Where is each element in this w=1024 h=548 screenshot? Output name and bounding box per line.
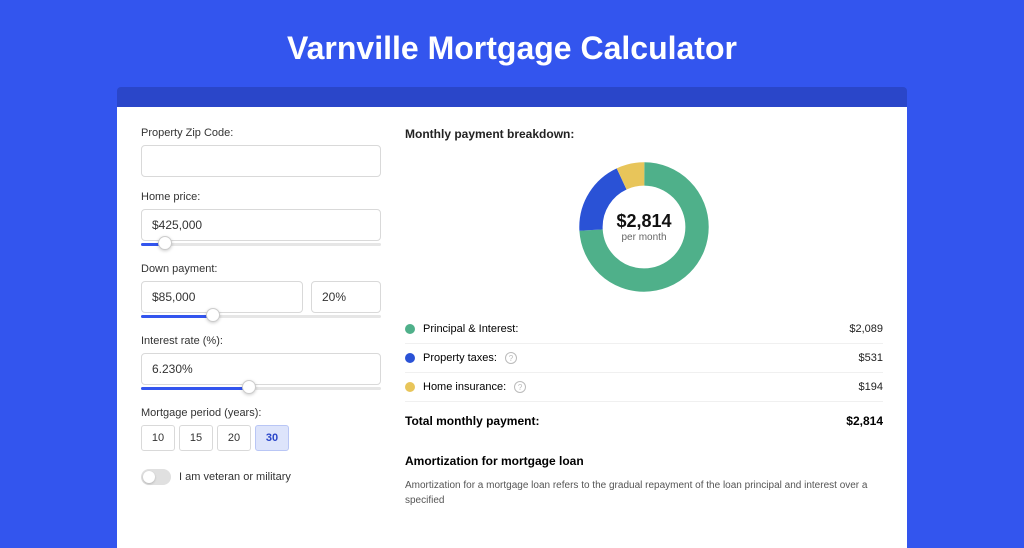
zip-label: Property Zip Code: [141,127,381,139]
info-icon[interactable]: ? [505,352,517,364]
rate-group: Interest rate (%): [141,335,381,393]
total-value: $2,814 [846,414,883,428]
period-options: 10 15 20 30 [141,425,381,451]
dot-icon [405,382,415,392]
donut-chart-area: $2,814 per month [405,157,883,297]
legend-label: Property taxes: [423,352,497,364]
amortization-title: Amortization for mortgage loan [405,454,883,468]
zip-group: Property Zip Code: [141,127,381,177]
dot-icon [405,353,415,363]
veteran-toggle[interactable] [141,469,171,485]
info-icon[interactable]: ? [514,381,526,393]
page-title: Varnville Mortgage Calculator [0,0,1024,87]
rate-slider[interactable] [141,383,381,393]
rate-slider-thumb[interactable] [242,380,256,394]
down-slider[interactable] [141,311,381,321]
legend-value: $531 [859,352,883,364]
dot-icon [405,324,415,334]
price-input[interactable] [141,209,381,241]
period-option-20[interactable]: 20 [217,425,251,451]
price-slider[interactable] [141,239,381,249]
legend-value: $2,089 [849,323,883,335]
down-label: Down payment: [141,263,381,275]
zip-input[interactable] [141,145,381,177]
rate-input[interactable] [141,353,381,385]
veteran-row: I am veteran or military [141,469,381,485]
price-slider-thumb[interactable] [158,236,172,250]
price-label: Home price: [141,191,381,203]
donut-amount: $2,814 [616,211,671,232]
veteran-label: I am veteran or military [179,471,291,483]
legend-label: Principal & Interest: [423,323,518,335]
rate-label: Interest rate (%): [141,335,381,347]
period-group: Mortgage period (years): 10 15 20 30 [141,407,381,451]
down-slider-thumb[interactable] [206,308,220,322]
donut-sub: per month [621,232,666,243]
calculator-card: Property Zip Code: Home price: Down paym… [117,107,907,548]
donut-center: $2,814 per month [574,157,714,297]
total-label: Total monthly payment: [405,414,539,428]
legend-value: $194 [859,381,883,393]
period-label: Mortgage period (years): [141,407,381,419]
period-option-15[interactable]: 15 [179,425,213,451]
down-pct-input[interactable] [311,281,381,313]
amortization-section: Amortization for mortgage loan Amortizat… [405,454,883,508]
down-group: Down payment: [141,263,381,321]
donut-chart: $2,814 per month [574,157,714,297]
legend-row-insurance: Home insurance: ? $194 [405,373,883,402]
period-option-30[interactable]: 30 [255,425,289,451]
total-row: Total monthly payment: $2,814 [405,404,883,428]
inputs-panel: Property Zip Code: Home price: Down paym… [141,127,381,508]
price-group: Home price: [141,191,381,249]
legend-label: Home insurance: [423,381,506,393]
legend-row-taxes: Property taxes: ? $531 [405,344,883,373]
legend-row-principal: Principal & Interest: $2,089 [405,315,883,344]
down-amount-input[interactable] [141,281,303,313]
period-option-10[interactable]: 10 [141,425,175,451]
card-shadow: Property Zip Code: Home price: Down paym… [117,87,907,548]
breakdown-title: Monthly payment breakdown: [405,127,883,141]
amortization-text: Amortization for a mortgage loan refers … [405,478,883,508]
breakdown-panel: Monthly payment breakdown: $2,814 per mo… [405,127,883,508]
